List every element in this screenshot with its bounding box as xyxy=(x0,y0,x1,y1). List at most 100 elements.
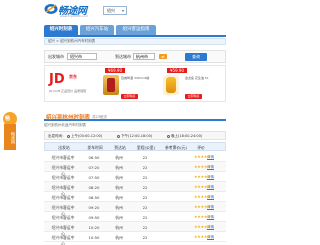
filter-label: 出发时间： xyxy=(48,134,66,138)
cell-dest: 杭州 xyxy=(115,235,123,240)
detail-link[interactable]: 详情 xyxy=(207,225,214,230)
col-km: 里程(公里) xyxy=(136,145,156,150)
tab-schedule[interactable]: 绍兴时刻表 xyxy=(44,25,78,35)
jd-slogan: JD.COM 正品低价 品质保障 xyxy=(49,89,87,93)
detail-link[interactable]: 详情 xyxy=(207,195,214,200)
schedule-title: 绍兴到杭州时刻表 xyxy=(46,115,91,121)
side-float-badge[interactable]: 畅 畅途网 xyxy=(3,104,17,150)
cell-dest: 杭州 xyxy=(115,175,123,180)
cell-dest: 杭州 xyxy=(115,155,123,160)
schedule-header: 绍兴到杭州时刻表 共23班次 xyxy=(44,112,226,121)
filter-afternoon-label: 下午(12:00-18:00) xyxy=(121,134,153,138)
detail-link[interactable]: 详情 xyxy=(207,205,214,210)
from-label: 出发城市 xyxy=(48,54,64,59)
table-row[interactable]: 绍兴市客运中心 07:20 杭州 22 ★★★★★ 详情 xyxy=(44,162,226,176)
detail-link[interactable]: 详情 xyxy=(207,175,214,180)
jd-logo[interactable]: JD 京东 JD.COM 正品低价 品质保障 xyxy=(49,70,86,96)
schedule-subtitle: 绍兴到杭州长途汽车时刻表 xyxy=(44,123,86,127)
table-row[interactable]: 绍兴市客运中心 10:50 杭州 22 ★★★★★ 详情 xyxy=(44,232,226,245)
chevron-down-icon: ▾ xyxy=(121,8,124,13)
search-button[interactable]: 查询 xyxy=(185,53,207,61)
time-filter: 出发时间： 上午(00:00-12:00) 下午(12:00-18:00) 晚上… xyxy=(44,131,226,140)
badge-circle-text: 畅 xyxy=(5,116,11,122)
beer-product-image[interactable] xyxy=(103,75,119,95)
col-dest: 到达站 xyxy=(114,145,126,150)
detail-link[interactable]: 详情 xyxy=(207,155,214,160)
radio-icon[interactable] xyxy=(167,134,170,138)
cell-km: 22 xyxy=(142,175,148,180)
product-description: 金龙鱼 花生油 5L xyxy=(185,76,209,80)
cell-dest: 杭州 xyxy=(115,215,123,220)
badge-body: 畅途网 xyxy=(4,124,16,150)
cell-time: 08:50 xyxy=(88,195,100,200)
cell-km: 22 xyxy=(142,165,148,170)
product-price: ¥59.90 xyxy=(167,68,187,73)
table-row[interactable]: 绍兴市客运中心07:50杭州22★★★★★详情 xyxy=(44,172,226,186)
filter-evening[interactable]: 晚上(18:00-24:00) xyxy=(167,134,202,139)
jd-logo-text: JD xyxy=(49,72,65,87)
tab-bus-station[interactable]: 绍兴汽车站 xyxy=(80,25,114,35)
cell-time: 07:50 xyxy=(88,175,100,180)
cell-km: 22 xyxy=(142,185,148,190)
buy-button[interactable]: 立即购买 xyxy=(185,94,202,99)
buy-button[interactable]: 立即购买 xyxy=(121,94,138,99)
cell-dest: 杭州 xyxy=(115,195,123,200)
detail-link[interactable]: 详情 xyxy=(207,185,214,190)
cell-km: 22 xyxy=(142,205,148,210)
logo-icon[interactable] xyxy=(44,2,58,15)
product-price: ¥69.90 xyxy=(105,68,125,73)
table-row[interactable]: 绍兴市客运中心06:50杭州22★★★★★详情 xyxy=(44,152,226,166)
cell-time: 10:20 xyxy=(88,225,100,230)
from-city-input[interactable] xyxy=(67,53,97,60)
oil-product-image[interactable] xyxy=(163,75,179,95)
cell-km: 22 xyxy=(142,215,148,220)
table-row[interactable]: 绍兴市客运中心08:50杭州22★★★★★详情 xyxy=(44,192,226,206)
radio-icon[interactable] xyxy=(67,134,70,138)
nav-divider xyxy=(44,35,226,37)
product-description: 百威啤酒 330ml 6罐 xyxy=(121,76,150,80)
jd-advertisement[interactable]: JD 京东 JD.COM 正品低价 品质保障 ¥69.90 百威啤酒 330ml… xyxy=(44,65,226,102)
detail-link[interactable]: 详情 xyxy=(207,165,214,170)
city-selector[interactable]: 绍兴 ▾ xyxy=(103,6,127,15)
cell-time: 09:50 xyxy=(88,215,100,220)
col-station: 出发站 xyxy=(58,145,70,150)
detail-link[interactable]: 详情 xyxy=(207,235,214,240)
schedule-count: 共23班次 xyxy=(92,115,107,119)
table-row[interactable]: 绍兴市客运中心 09:20 杭州 22 ★★★★★ 详情 xyxy=(44,202,226,216)
cell-dest: 杭州 xyxy=(115,185,123,190)
to-city-input[interactable] xyxy=(133,53,155,60)
site-header: 畅途网 www.trip8080.com 绍兴 ▾ xyxy=(0,0,267,22)
filter-morning-label: 上午(00:00-12:00) xyxy=(71,134,103,138)
cell-time: 07:20 xyxy=(88,165,100,170)
route-search: 出发城市 到达城市 ⇄ 查询 xyxy=(44,50,226,63)
cell-km: 22 xyxy=(142,155,148,160)
cell-time: 08:20 xyxy=(88,185,100,190)
nav-tabs: 绍兴时刻表 绍兴汽车站 绍兴客运指南 xyxy=(44,25,224,35)
col-rating: 评价 xyxy=(197,145,205,150)
cell-km: 22 xyxy=(142,225,148,230)
radio-icon[interactable] xyxy=(117,134,120,138)
cell-dest: 杭州 xyxy=(115,225,123,230)
filter-morning[interactable]: 上午(00:00-12:00) xyxy=(67,134,102,139)
breadcrumb: 绍兴 > 绍兴到杭州汽车时刻表 xyxy=(44,38,226,45)
table-row[interactable]: 绍兴市客运中心09:50杭州22★★★★★详情 xyxy=(44,212,226,226)
logo-url: www.trip8080.com xyxy=(60,14,89,18)
table-row[interactable]: 绍兴市客运中心 08:20 杭州 22 ★★★★★ 详情 xyxy=(44,182,226,196)
city-selector-value: 绍兴 xyxy=(107,8,115,13)
detail-link[interactable]: 详情 xyxy=(207,215,214,220)
table-row[interactable]: 绍兴市客运中心 10:20 杭州 22 ★★★★★ 详情 xyxy=(44,222,226,236)
to-label: 到达城市 xyxy=(115,54,131,59)
cell-station: 绍兴市客运中心 xyxy=(51,235,75,245)
filter-afternoon[interactable]: 下午(12:00-18:00) xyxy=(117,134,152,139)
cell-dest: 杭州 xyxy=(115,205,123,210)
table-header: 出发站 发车时间 到达站 里程(公里) 参考票价(元) 评价 xyxy=(44,142,226,151)
col-price: 参考票价(元) xyxy=(165,145,187,150)
col-time: 发车时间 xyxy=(87,145,103,150)
cell-dest: 杭州 xyxy=(115,165,123,170)
jd-brand-name: 京东 xyxy=(69,74,77,79)
swap-icon[interactable]: ⇄ xyxy=(159,54,167,59)
cell-km: 22 xyxy=(142,195,148,200)
filter-evening-label: 晚上(18:00-24:00) xyxy=(171,134,203,138)
tab-guide[interactable]: 绍兴客运指南 xyxy=(116,25,156,35)
cell-time: 10:50 xyxy=(88,235,100,240)
